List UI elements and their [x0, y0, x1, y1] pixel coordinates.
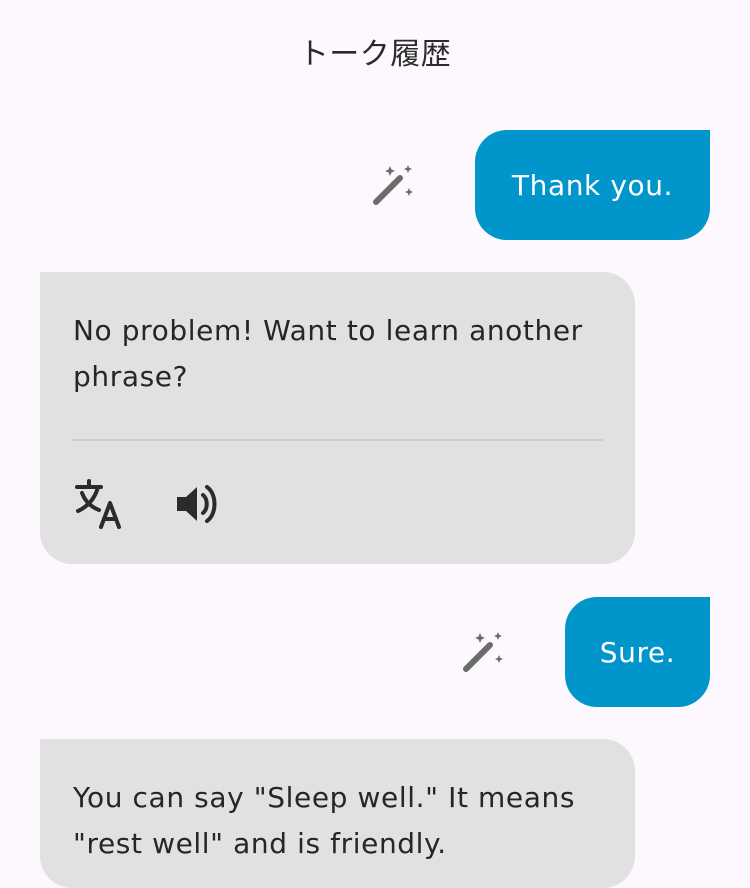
assistant-message-text: No problem! Want to learn another phrase…	[73, 314, 583, 393]
translate-icon[interactable]	[73, 477, 127, 531]
message-row-user: Sure.	[0, 597, 750, 707]
page-title: トーク履歴	[298, 37, 452, 72]
assistant-message-text: You can say "Sleep well." It means "rest…	[73, 781, 576, 860]
assistant-message-bubble: You can say "Sleep well." It means "rest…	[40, 739, 635, 888]
magic-wand-icon[interactable]	[460, 629, 506, 675]
user-message-bubble: Sure.	[565, 597, 710, 707]
magic-wand-icon[interactable]	[370, 162, 416, 208]
speaker-icon[interactable]	[171, 477, 225, 531]
assistant-message-bubble: No problem! Want to learn another phrase…	[40, 272, 635, 564]
user-message-bubble: Thank you.	[475, 130, 710, 240]
message-row-user: Thank you.	[0, 130, 750, 240]
header: トーク履歴	[0, 0, 750, 110]
message-actions	[73, 441, 603, 567]
